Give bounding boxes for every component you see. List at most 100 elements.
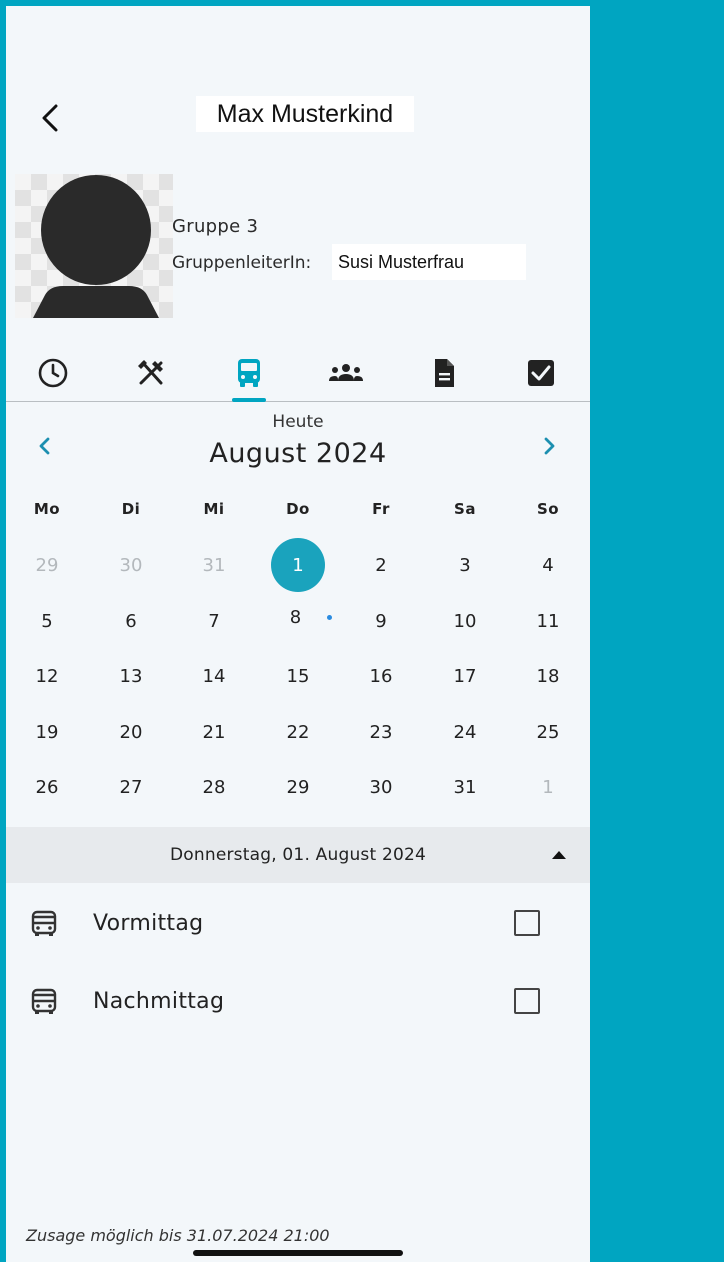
calendar-day[interactable]: 26 <box>19 761 75 813</box>
calendar-day[interactable]: 29 <box>19 539 75 591</box>
selected-date-bar[interactable]: Donnerstag, 01. August 2024 <box>6 827 590 883</box>
document-icon <box>435 359 454 387</box>
chevron-left-icon <box>39 437 50 455</box>
calendar-day[interactable]: 13 <box>103 650 159 702</box>
calendar-day[interactable]: 8 <box>270 595 333 647</box>
today-button[interactable]: Heute <box>6 412 590 432</box>
calendar-day[interactable]: 29 <box>270 761 326 813</box>
day-number: 29 <box>35 554 59 576</box>
calendar-day[interactable]: 27 <box>103 761 159 813</box>
day-number: 25 <box>536 721 560 743</box>
person-icon <box>33 175 159 318</box>
next-month-button[interactable] <box>532 428 568 464</box>
day-number: 13 <box>119 665 143 687</box>
day-number: 4 <box>542 554 554 576</box>
calendar-day[interactable]: 9 <box>353 595 409 647</box>
calendar-day[interactable]: 16 <box>353 650 409 702</box>
calendar-day[interactable]: 24 <box>437 706 493 758</box>
day-number: 1 <box>542 776 554 798</box>
calendar-day[interactable]: 2 <box>353 539 409 591</box>
tab-bus[interactable] <box>225 346 273 402</box>
calendar-day[interactable]: 17 <box>437 650 493 702</box>
page-title: Max Musterkind <box>196 96 414 132</box>
day-number: 27 <box>119 776 143 798</box>
group-name: Gruppe 3 <box>172 216 259 237</box>
calendar-day[interactable]: 30 <box>353 761 409 813</box>
day-number: 12 <box>35 665 59 687</box>
weekday-label: Do <box>286 500 310 518</box>
weekday-label: Mi <box>203 500 225 518</box>
tab-groups[interactable] <box>322 346 370 402</box>
slot-morning[interactable]: Vormittag <box>6 894 590 954</box>
day-number: 23 <box>369 721 393 743</box>
calendar-day[interactable]: 25 <box>520 706 576 758</box>
calendar-day[interactable]: 1 <box>520 761 576 813</box>
calendar-day[interactable]: 7 <box>186 595 242 647</box>
calendar-day[interactable]: 10 <box>437 595 493 647</box>
app-screen: Max Musterkind Gruppe 3 GruppenleiterIn:… <box>6 6 590 1262</box>
calendar-day[interactable]: 31 <box>437 761 493 813</box>
day-number: 1 <box>292 554 304 576</box>
day-number: 3 <box>459 554 471 576</box>
leader-name: Susi Musterfrau <box>332 244 526 280</box>
bus-icon <box>31 988 57 1014</box>
deadline-note: Zusage möglich bis 31.07.2024 21:00 <box>26 1226 330 1245</box>
bus-icon <box>238 359 260 387</box>
day-number: 31 <box>202 554 226 576</box>
day-number: 16 <box>369 665 393 687</box>
day-number: 29 <box>286 776 310 798</box>
caret-up-icon <box>552 851 566 859</box>
day-number: 8 <box>289 606 302 628</box>
calendar-day[interactable]: 21 <box>186 706 242 758</box>
day-number: 18 <box>536 665 560 687</box>
weekday-label: So <box>536 500 560 518</box>
tab-documents[interactable] <box>420 346 468 402</box>
selected-date-label: Donnerstag, 01. August 2024 <box>169 845 427 865</box>
tab-tasks[interactable] <box>517 346 565 402</box>
calendar-day[interactable]: 12 <box>19 650 75 702</box>
tab-meals[interactable] <box>127 346 175 402</box>
calendar-day[interactable]: 4 <box>520 539 576 591</box>
calendar-day[interactable]: 23 <box>353 706 409 758</box>
calendar-day[interactable]: 6 <box>103 595 159 647</box>
tab-bar <box>6 346 590 402</box>
calendar-day[interactable]: 30 <box>103 539 159 591</box>
calendar-day[interactable]: 19 <box>19 706 75 758</box>
weekday-label: Di <box>121 500 141 518</box>
day-number: 22 <box>286 721 310 743</box>
calendar-day[interactable]: 11 <box>520 595 576 647</box>
day-number: 20 <box>119 721 143 743</box>
day-number: 24 <box>453 721 477 743</box>
tab-attendance[interactable] <box>29 346 77 402</box>
calendar-day[interactable]: 20 <box>103 706 159 758</box>
chevron-left-icon <box>42 104 58 132</box>
calendar-day[interactable]: 31 <box>186 539 242 591</box>
calendar-day[interactable]: 1 <box>270 538 326 592</box>
chevron-right-icon <box>544 437 555 455</box>
morning-checkbox[interactable] <box>514 910 540 936</box>
group-icon <box>329 364 363 381</box>
slot-afternoon[interactable]: Nachmittag <box>6 972 590 1032</box>
calendar-day[interactable]: 22 <box>270 706 326 758</box>
home-indicator[interactable] <box>193 1250 403 1256</box>
calendar-day[interactable]: 15 <box>270 650 326 702</box>
leader-label: GruppenleiterIn: <box>172 253 312 273</box>
day-number: 30 <box>119 554 143 576</box>
weekday-label: Fr <box>372 500 390 518</box>
day-number: 10 <box>453 610 477 632</box>
afternoon-checkbox[interactable] <box>514 988 540 1014</box>
calendar-day[interactable]: 5 <box>19 595 75 647</box>
calendar-day[interactable]: 18 <box>520 650 576 702</box>
day-number: 14 <box>202 665 226 687</box>
prev-month-button[interactable] <box>26 428 62 464</box>
day-number: 7 <box>208 610 220 632</box>
month-label: August 2024 <box>209 438 387 469</box>
calendar-day[interactable]: 3 <box>437 539 493 591</box>
day-number: 26 <box>35 776 59 798</box>
back-button[interactable] <box>34 98 66 138</box>
calendar-day[interactable]: 14 <box>186 650 242 702</box>
day-number: 17 <box>453 665 477 687</box>
collapse-toggle[interactable] <box>544 843 574 867</box>
calendar-day[interactable]: 28 <box>186 761 242 813</box>
day-number: 30 <box>369 776 393 798</box>
